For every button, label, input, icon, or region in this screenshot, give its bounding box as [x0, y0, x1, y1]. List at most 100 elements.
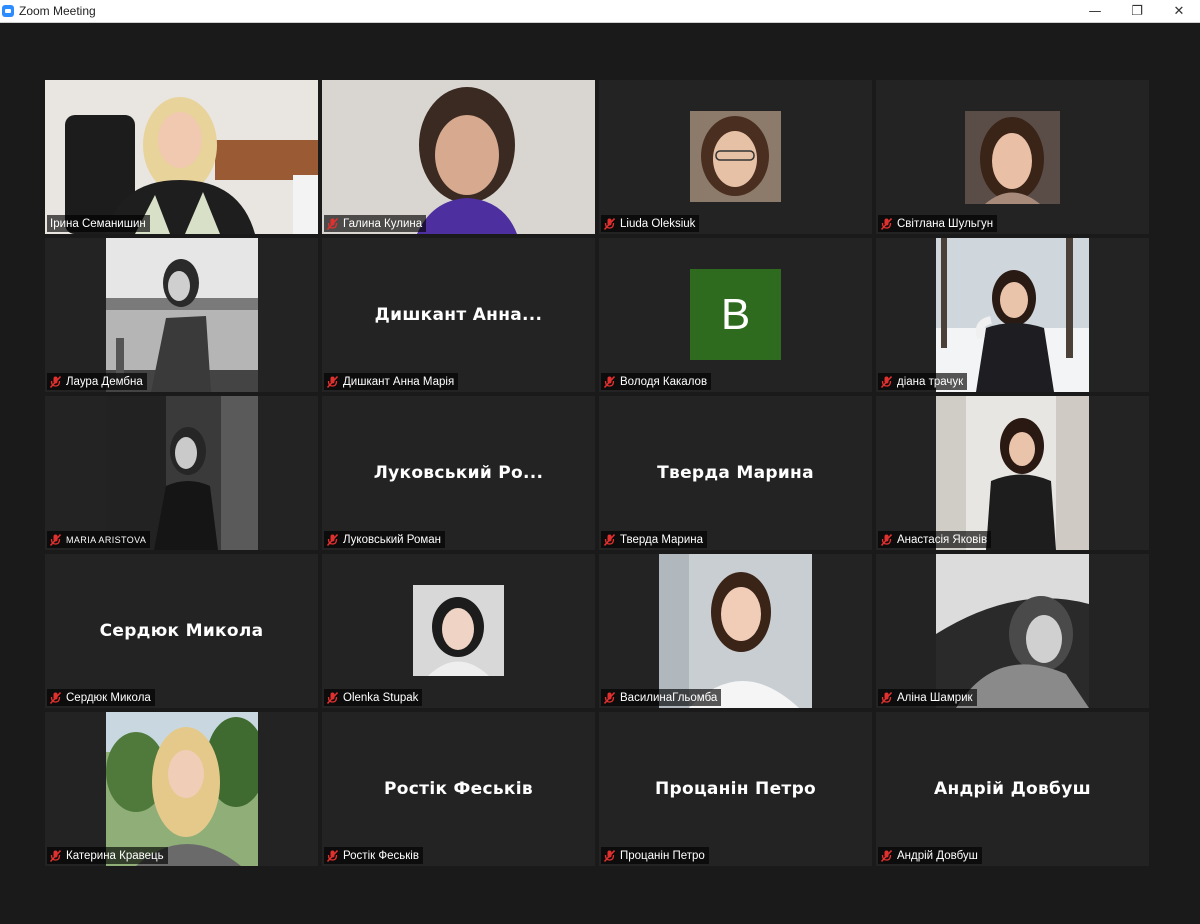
participant-tile[interactable]: Катерина Кравець: [45, 712, 318, 866]
participant-tile[interactable]: Галина Кулина: [322, 80, 595, 234]
profile-photo: [936, 554, 1089, 708]
participant-tile[interactable]: Світлана Шульгун: [876, 80, 1149, 234]
participant-tile[interactable]: Olenka Stupak: [322, 554, 595, 708]
window-titlebar: Zoom Meeting — ❐ ✕: [0, 0, 1200, 23]
participant-name-label: Володя Какалов: [601, 373, 712, 390]
muted-mic-icon: [50, 375, 61, 388]
participant-name-label: Катерина Кравець: [47, 847, 168, 864]
participant-name-label: Ростік Феськів: [324, 847, 423, 864]
participant-name: Анастасія Яковів: [897, 533, 988, 546]
participant-display-name: Сердюк Микола: [99, 621, 264, 641]
muted-mic-icon: [604, 849, 615, 862]
muted-mic-icon: [881, 849, 892, 862]
participant-display-name: Луковський Ро...: [373, 463, 544, 483]
participant-name-label: Аліна Шамрик: [878, 689, 977, 706]
participant-tile[interactable]: Луковський Ро... Луковський Роман: [322, 396, 595, 550]
participant-display-name: Процанін Петро: [654, 779, 817, 799]
participant-name: Ростік Феськів: [343, 849, 419, 862]
participant-tile[interactable]: Ростік Феськів Ростік Феськів: [322, 712, 595, 866]
participant-name: Світлана Шульгун: [897, 217, 994, 230]
participant-name-label: Liuda Oleksiuk: [601, 215, 700, 232]
participant-name-label: MARIA ARISTOVA: [47, 531, 151, 548]
participant-name-label: Процанін Петро: [601, 847, 709, 864]
profile-photo: [106, 238, 258, 392]
participant-video: [45, 80, 318, 234]
participant-name-label: Анастасія Яковів: [878, 531, 992, 548]
muted-mic-icon: [881, 533, 892, 546]
participant-name: Дишкант Анна Марія: [343, 375, 455, 388]
muted-mic-icon: [881, 691, 892, 704]
participant-name-label: Olenka Stupak: [324, 689, 423, 706]
participant-tile[interactable]: діана трачук: [876, 238, 1149, 392]
gallery-grid: Ірина Семанишин Галина Кулина Liuda Olek…: [45, 80, 1149, 866]
profile-photo: [936, 396, 1089, 550]
close-button[interactable]: ✕: [1158, 0, 1200, 22]
participant-display-name: Ростік Феськів: [384, 779, 533, 799]
minimize-button[interactable]: —: [1074, 0, 1116, 22]
participant-name: діана трачук: [897, 375, 964, 388]
participant-name: Лаура Дембна: [66, 375, 143, 388]
participant-display-name: Андрій Довбуш: [934, 779, 1091, 799]
participant-tile[interactable]: Дишкант Анна... Дишкант Анна Марія: [322, 238, 595, 392]
participant-name: Аліна Шамрик: [897, 691, 973, 704]
participant-name-label: Лаура Дембна: [47, 373, 147, 390]
participant-name-label: діана трачук: [878, 373, 968, 390]
participant-tile[interactable]: ВасилинаГльомба: [599, 554, 872, 708]
muted-mic-icon: [327, 375, 338, 388]
window-controls: — ❐ ✕: [1074, 0, 1200, 22]
participant-name-label: Андрій Довбуш: [878, 847, 982, 864]
participant-tile[interactable]: Процанін Петро Процанін Петро: [599, 712, 872, 866]
participant-name: Андрій Довбуш: [897, 849, 978, 862]
participant-video: [322, 80, 595, 234]
participant-name: Катерина Кравець: [66, 849, 164, 862]
participant-name: MARIA ARISTOVA: [66, 534, 147, 545]
participant-name: Володя Какалов: [620, 375, 708, 388]
restore-button[interactable]: ❐: [1116, 0, 1158, 22]
participant-name: Луковський Роман: [343, 533, 441, 546]
participant-tile[interactable]: Анастасія Яковів: [876, 396, 1149, 550]
muted-mic-icon: [604, 533, 615, 546]
participant-name-label: Тверда Марина: [601, 531, 707, 548]
participant-name-label: Сердюк Микола: [47, 689, 155, 706]
muted-mic-icon: [50, 849, 61, 862]
participant-name: Процанін Петро: [620, 849, 705, 862]
muted-mic-icon: [50, 533, 61, 546]
muted-mic-icon: [604, 217, 615, 230]
participant-name: Тверда Марина: [620, 533, 703, 546]
profile-photo: [659, 554, 812, 708]
participant-tile[interactable]: Лаура Дембна: [45, 238, 318, 392]
window-title: Zoom Meeting: [19, 4, 96, 18]
participant-name-label: Галина Кулина: [324, 215, 427, 232]
muted-mic-icon: [881, 217, 892, 230]
participant-name-label: Ірина Семанишин: [47, 215, 150, 232]
muted-mic-icon: [327, 217, 338, 230]
participant-tile[interactable]: Тверда Марина Тверда Марина: [599, 396, 872, 550]
muted-mic-icon: [327, 849, 338, 862]
profile-photo: [690, 111, 781, 202]
muted-mic-icon: [604, 691, 615, 704]
profile-photo: [106, 712, 258, 866]
participant-tile[interactable]: MARIA ARISTOVA: [45, 396, 318, 550]
participant-name: Галина Кулина: [343, 217, 423, 230]
profile-photo: [106, 396, 258, 550]
profile-photo: [936, 238, 1089, 392]
participant-tile[interactable]: Сердюк Микола Сердюк Микола: [45, 554, 318, 708]
participant-name-label: Дишкант Анна Марія: [324, 373, 459, 390]
participant-tile[interactable]: Liuda Oleksiuk: [599, 80, 872, 234]
profile-photo: [413, 585, 504, 676]
participant-name-label: Луковський Роман: [324, 531, 445, 548]
participant-name-label: Світлана Шульгун: [878, 215, 998, 232]
participant-tile[interactable]: B Володя Какалов: [599, 238, 872, 392]
participant-display-name: Тверда Марина: [657, 463, 814, 483]
participant-name: ВасилинаГльомба: [620, 691, 718, 704]
muted-mic-icon: [327, 691, 338, 704]
participant-name: Сердюк Микола: [66, 691, 151, 704]
participant-tile[interactable]: Аліна Шамрик: [876, 554, 1149, 708]
participant-name-label: ВасилинаГльомба: [601, 689, 722, 706]
participant-tile[interactable]: Андрій Довбуш Андрій Довбуш: [876, 712, 1149, 866]
participant-display-name: Дишкант Анна...: [374, 305, 543, 325]
muted-mic-icon: [604, 375, 615, 388]
profile-photo: [965, 111, 1060, 204]
avatar: B: [690, 269, 781, 360]
participant-tile[interactable]: Ірина Семанишин: [45, 80, 318, 234]
